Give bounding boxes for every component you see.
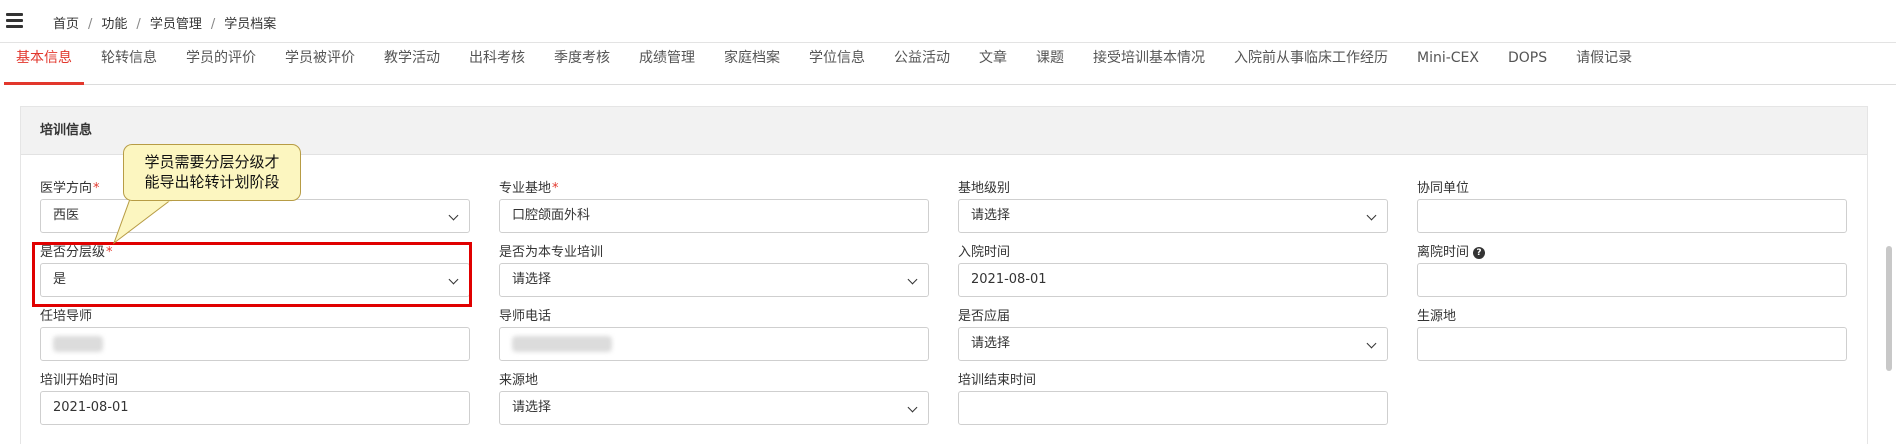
is-own-specialty-select[interactable]: 请选择 xyxy=(499,263,929,297)
field-discharge-date: 离院时间? xyxy=(1417,241,1847,297)
tab-student-evaluated[interactable]: 学员被评价 xyxy=(273,43,367,85)
tutor-phone-label: 导师电话 xyxy=(499,309,552,324)
breadcrumb-home[interactable]: 首页 xyxy=(53,17,79,32)
vertical-scrollbar[interactable] xyxy=(1886,246,1892,371)
is-fresh-grad-label: 是否应届 xyxy=(958,309,1011,324)
required-mark: * xyxy=(552,181,559,196)
tab-mini-cex[interactable]: Mini-CEX xyxy=(1405,43,1491,85)
tab-projects[interactable]: 课题 xyxy=(1024,43,1076,85)
callout-tooltip: 学员需要分层分级才 能导出轮转计划阶段 xyxy=(123,144,301,201)
specialty-base-input[interactable]: 口腔颌面外科 xyxy=(499,199,929,233)
tab-family-archive[interactable]: 家庭档案 xyxy=(712,43,792,85)
field-admission-date: 入院时间 2021-08-01 xyxy=(958,241,1388,297)
training-end-input[interactable] xyxy=(958,391,1388,425)
source-place-select[interactable]: 请选择 xyxy=(499,391,929,425)
field-partner-unit: 协同单位 xyxy=(1417,177,1847,233)
breadcrumb: 首页 / 功能 / 学员管理 / 学员档案 xyxy=(53,17,277,32)
field-is-fresh-grad: 是否应届 请选择 xyxy=(958,305,1388,361)
breadcrumb-student-archive: 学员档案 xyxy=(224,17,277,32)
base-level-label: 基地级别 xyxy=(958,181,1011,196)
is-own-specialty-label: 是否为本专业培训 xyxy=(499,245,604,260)
tab-dops[interactable]: DOPS xyxy=(1496,43,1559,85)
field-source-place: 来源地 请选择 xyxy=(499,369,929,425)
tab-training-basics[interactable]: 接受培训基本情况 xyxy=(1081,43,1217,85)
tooltip-line-2: 能导出轮转计划阶段 xyxy=(144,173,280,191)
tab-clinical-experience[interactable]: 入院前从事临床工作经历 xyxy=(1222,43,1400,85)
blurred-value xyxy=(53,336,103,352)
highlight-box xyxy=(32,242,472,307)
field-student-origin: 生源地 xyxy=(1417,305,1847,361)
medical-direction-select[interactable]: 西医 xyxy=(40,199,470,233)
required-mark: * xyxy=(93,181,100,196)
training-start-input[interactable]: 2021-08-01 xyxy=(40,391,470,425)
field-is-own-specialty: 是否为本专业培训 请选择 xyxy=(499,241,929,297)
tab-degree-info[interactable]: 学位信息 xyxy=(797,43,877,85)
question-circle-icon[interactable]: ? xyxy=(1473,247,1486,259)
partner-unit-label: 协同单位 xyxy=(1417,181,1470,196)
discharge-date-input[interactable] xyxy=(1417,263,1847,297)
tab-quarterly-exam[interactable]: 季度考核 xyxy=(542,43,622,85)
callout-pointer xyxy=(112,199,173,245)
student-origin-label: 生源地 xyxy=(1417,309,1457,324)
top-bar: 首页 / 功能 / 学员管理 / 学员档案 xyxy=(0,0,1896,43)
field-tutor-phone: 导师电话 xyxy=(499,305,929,361)
tab-student-evaluations[interactable]: 学员的评价 xyxy=(174,43,268,85)
tutor-label: 任培导师 xyxy=(40,309,93,324)
field-training-start: 培训开始时间 2021-08-01 xyxy=(40,369,470,425)
source-place-label: 来源地 xyxy=(499,373,539,388)
tab-teaching-activities[interactable]: 教学活动 xyxy=(372,43,452,85)
partner-unit-input[interactable] xyxy=(1417,199,1847,233)
field-tutor: 任培导师 xyxy=(40,305,470,361)
tab-bar: 基本信息 轮转信息 学员的评价 学员被评价 教学活动 出科考核 季度考核 成绩管理 家庭档案 学位… xyxy=(4,43,1896,85)
base-level-select[interactable]: 请选择 xyxy=(958,199,1388,233)
is-fresh-grad-select[interactable]: 请选择 xyxy=(958,327,1388,361)
blurred-value xyxy=(512,336,612,352)
tab-articles[interactable]: 文章 xyxy=(967,43,1019,85)
discharge-date-label: 离院时间 xyxy=(1417,245,1470,260)
tutor-input[interactable] xyxy=(40,327,470,361)
tab-rotation-info[interactable]: 轮转信息 xyxy=(89,43,169,85)
specialty-base-label: 专业基地 xyxy=(499,181,552,196)
admission-date-input[interactable]: 2021-08-01 xyxy=(958,263,1388,297)
tab-basic-info[interactable]: 基本信息 xyxy=(4,43,84,85)
tab-department-exam[interactable]: 出科考核 xyxy=(457,43,537,85)
training-end-label: 培训结束时间 xyxy=(958,373,1037,388)
tab-public-welfare[interactable]: 公益活动 xyxy=(882,43,962,85)
student-origin-input[interactable] xyxy=(1417,327,1847,361)
admission-date-label: 入院时间 xyxy=(958,245,1011,260)
medical-direction-label: 医学方向 xyxy=(40,181,93,196)
field-specialty-base: 专业基地* 口腔颌面外科 xyxy=(499,177,929,233)
breadcrumb-function[interactable]: 功能 xyxy=(101,17,127,32)
field-training-end: 培训结束时间 xyxy=(958,369,1388,425)
field-base-level: 基地级别 请选择 xyxy=(958,177,1388,233)
tutor-phone-input[interactable] xyxy=(499,327,929,361)
tab-leave-records[interactable]: 请假记录 xyxy=(1564,43,1644,85)
menu-icon[interactable] xyxy=(6,13,23,28)
training-start-label: 培训开始时间 xyxy=(40,373,119,388)
breadcrumb-student-management[interactable]: 学员管理 xyxy=(150,17,202,32)
tab-score-management[interactable]: 成绩管理 xyxy=(627,43,707,85)
tooltip-line-1: 学员需要分层分级才 xyxy=(144,153,280,171)
